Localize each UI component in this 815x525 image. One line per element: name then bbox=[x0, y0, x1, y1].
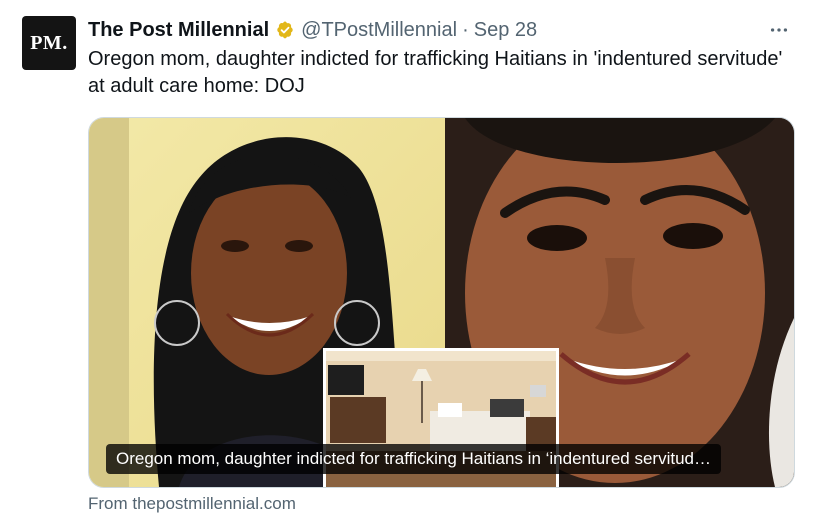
link-card-image[interactable]: Oregon mom, daughter indicted for traffi… bbox=[88, 117, 795, 488]
more-horizontal-icon[interactable] bbox=[765, 16, 793, 44]
gold-verified-icon[interactable] bbox=[274, 19, 296, 41]
display-name[interactable]: The Post Millennial bbox=[88, 19, 269, 42]
link-source[interactable]: From thepostmillennial.com bbox=[88, 494, 296, 514]
avatar[interactable]: PM. bbox=[22, 16, 76, 70]
tweet-text: Oregon mom, daughter indicted for traffi… bbox=[88, 48, 783, 97]
card-caption: Oregon mom, daughter indicted for traffi… bbox=[106, 444, 721, 474]
tweet-header: The Post Millennial @TPostMillennial · S… bbox=[88, 16, 755, 44]
separator-dot: · bbox=[462, 18, 469, 41]
tweet-date[interactable]: Sep 28 bbox=[474, 19, 537, 42]
user-handle[interactable]: @TPostMillennial bbox=[301, 19, 457, 42]
